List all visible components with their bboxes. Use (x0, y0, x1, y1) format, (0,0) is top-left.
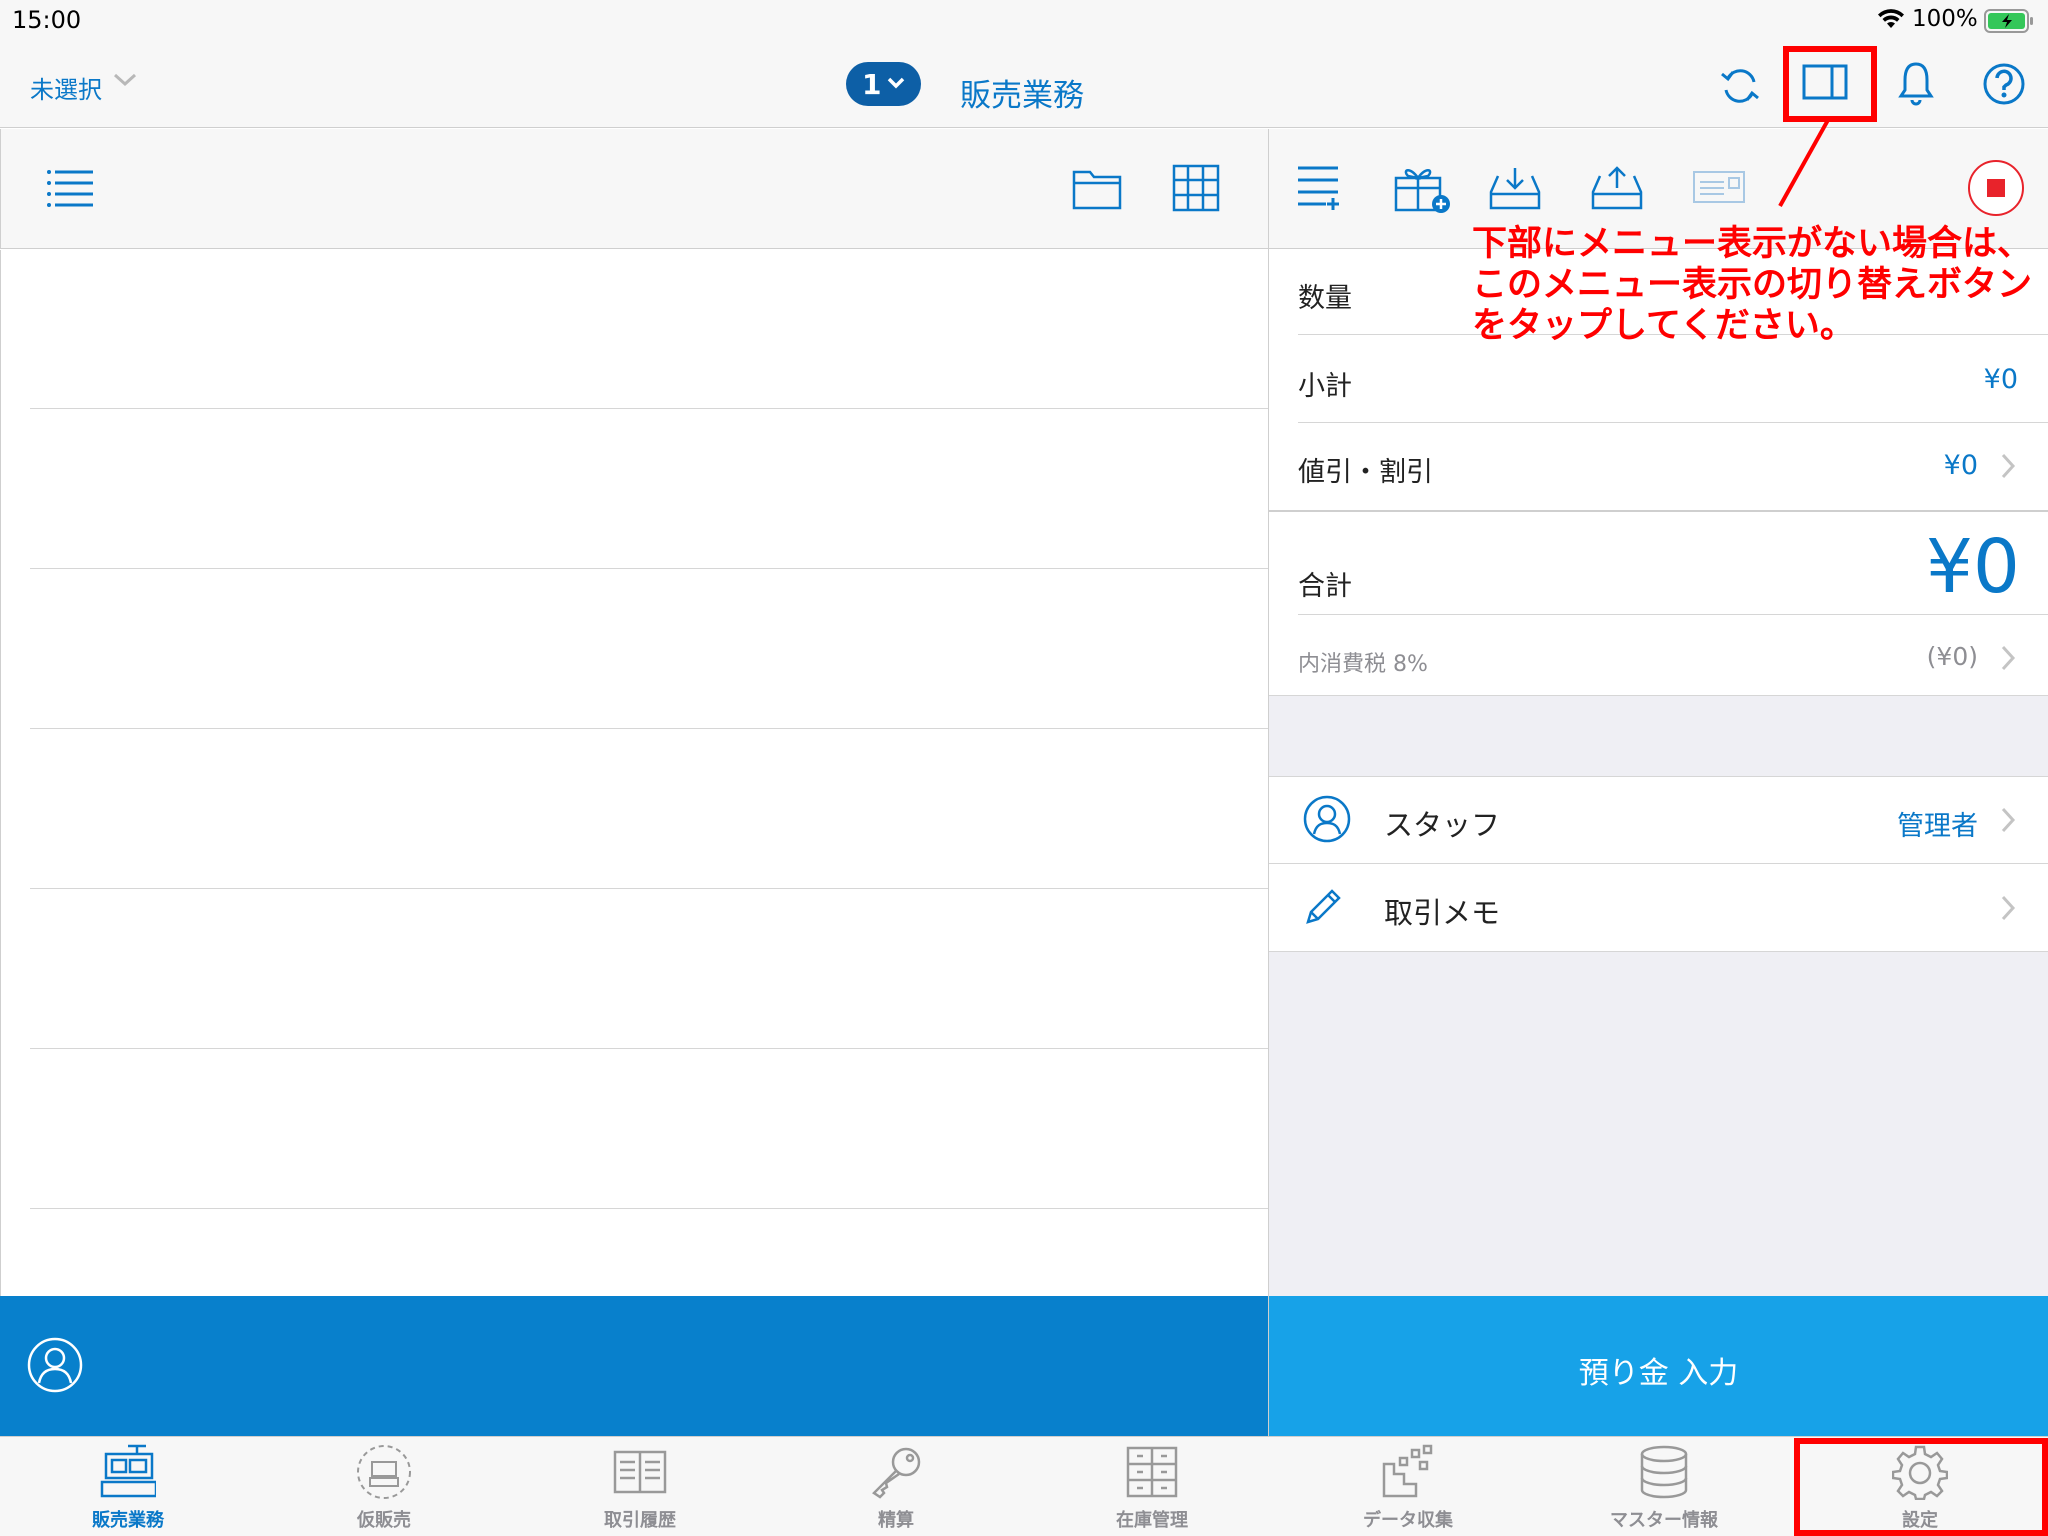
key-icon (868, 1444, 924, 1504)
tab-data-collection[interactable]: データ収集 (1280, 1436, 1536, 1536)
tab-master-info[interactable]: マスター情報 (1536, 1436, 1792, 1536)
page-title: 販売業務 (960, 78, 1084, 114)
list-divider (30, 888, 1268, 889)
staff-icon (1302, 794, 1352, 844)
battery-percent: 100% (1912, 6, 1978, 32)
tab-register[interactable]: 販売業務 (0, 1436, 256, 1536)
chevron-right-icon[interactable] (2000, 806, 2016, 834)
tab-settlement[interactable]: 精算 (768, 1436, 1024, 1536)
list-divider (30, 1048, 1268, 1049)
pencil-icon (1302, 884, 1346, 928)
list-divider (30, 408, 1268, 409)
receive-icon[interactable] (1488, 166, 1542, 212)
discount-value[interactable]: ¥0 (1900, 450, 1978, 481)
tab-label: 仮販売 (357, 1510, 411, 1531)
annotation-highlight-panel-toggle (1783, 46, 1877, 122)
staff-label[interactable]: スタッフ (1384, 802, 1500, 844)
register-icon (100, 1444, 158, 1504)
grid-view-icon[interactable] (1172, 164, 1220, 212)
register-number[interactable]: 1 (862, 68, 881, 101)
tab-inventory[interactable]: 在庫管理 (1024, 1436, 1280, 1536)
tab-label: 取引履歴 (604, 1510, 676, 1531)
cart-item-list[interactable] (0, 250, 1268, 1296)
help-icon[interactable] (1982, 62, 2026, 106)
subtotal-label: 小計 (1298, 371, 1352, 402)
section-divider (1269, 510, 2048, 512)
quantity-label: 数量 (1298, 283, 1352, 314)
list-divider (30, 728, 1268, 729)
tab-temp-sale[interactable]: 仮販売 (256, 1436, 512, 1536)
customer-icon[interactable] (26, 1336, 84, 1394)
total-value: ¥0 (1925, 524, 2020, 610)
tab-label: マスター情報 (1610, 1510, 1718, 1531)
tab-label: 販売業務 (92, 1510, 164, 1531)
annotation-highlight-settings-tab (1794, 1438, 2048, 1536)
subtotal-value: ¥0 (1983, 364, 2018, 395)
tab-label: 精算 (878, 1510, 914, 1531)
tab-transaction-history[interactable]: 取引履歴 (512, 1436, 768, 1536)
tax-label[interactable]: 内消費税 8% (1298, 646, 1428, 678)
customer-bar[interactable] (0, 1296, 1268, 1436)
stop-icon[interactable] (1987, 179, 2005, 197)
tab-label: 在庫管理 (1116, 1510, 1188, 1531)
gift-icon[interactable] (1392, 162, 1452, 214)
chevron-down-icon[interactable] (886, 76, 906, 90)
status-bar (0, 0, 2048, 40)
annotation-text: 下部にメニュー表示がない場合は、このメニュー表示の切り替えボタンをタップしてくだ… (1472, 224, 2033, 346)
data-icon (1380, 1444, 1436, 1504)
chevron-down-icon[interactable] (112, 72, 138, 88)
send-icon[interactable] (1590, 164, 1644, 212)
list-view-icon[interactable] (46, 168, 94, 208)
battery-icon (1984, 9, 2034, 33)
bell-icon[interactable] (1898, 60, 1934, 106)
folder-icon[interactable] (1072, 166, 1122, 210)
card-icon (1692, 170, 1746, 204)
list-divider (30, 1208, 1268, 1209)
add-line-icon[interactable] (1296, 164, 1342, 210)
staff-value[interactable]: 管理者 (1860, 804, 1978, 843)
list-divider (30, 568, 1268, 569)
temp-register-icon (356, 1444, 412, 1504)
chevron-right-icon[interactable] (2000, 452, 2016, 480)
deposit-input-label[interactable]: 預り金 入力 (1269, 1348, 2048, 1392)
discount-label[interactable]: 値引・割引 (1298, 450, 1433, 489)
total-label: 合計 (1298, 571, 1352, 602)
memo-label[interactable]: 取引メモ (1384, 890, 1500, 932)
tab-label: データ収集 (1363, 1510, 1453, 1531)
chevron-right-icon[interactable] (2000, 644, 2016, 672)
store-selector[interactable]: 未選択 (30, 70, 102, 105)
register-selector[interactable] (846, 62, 921, 106)
row-divider (1298, 614, 2048, 615)
row-divider (1298, 422, 2048, 423)
tax-value[interactable]: (¥0) (1860, 642, 1978, 671)
status-time: 15:00 (12, 6, 82, 34)
cabinet-icon (1124, 1444, 1180, 1504)
sync-icon[interactable] (1718, 64, 1762, 108)
database-icon (1636, 1444, 1692, 1504)
ledger-icon (612, 1444, 668, 1504)
chevron-right-icon[interactable] (2000, 894, 2016, 922)
wifi-icon (1876, 8, 1906, 30)
